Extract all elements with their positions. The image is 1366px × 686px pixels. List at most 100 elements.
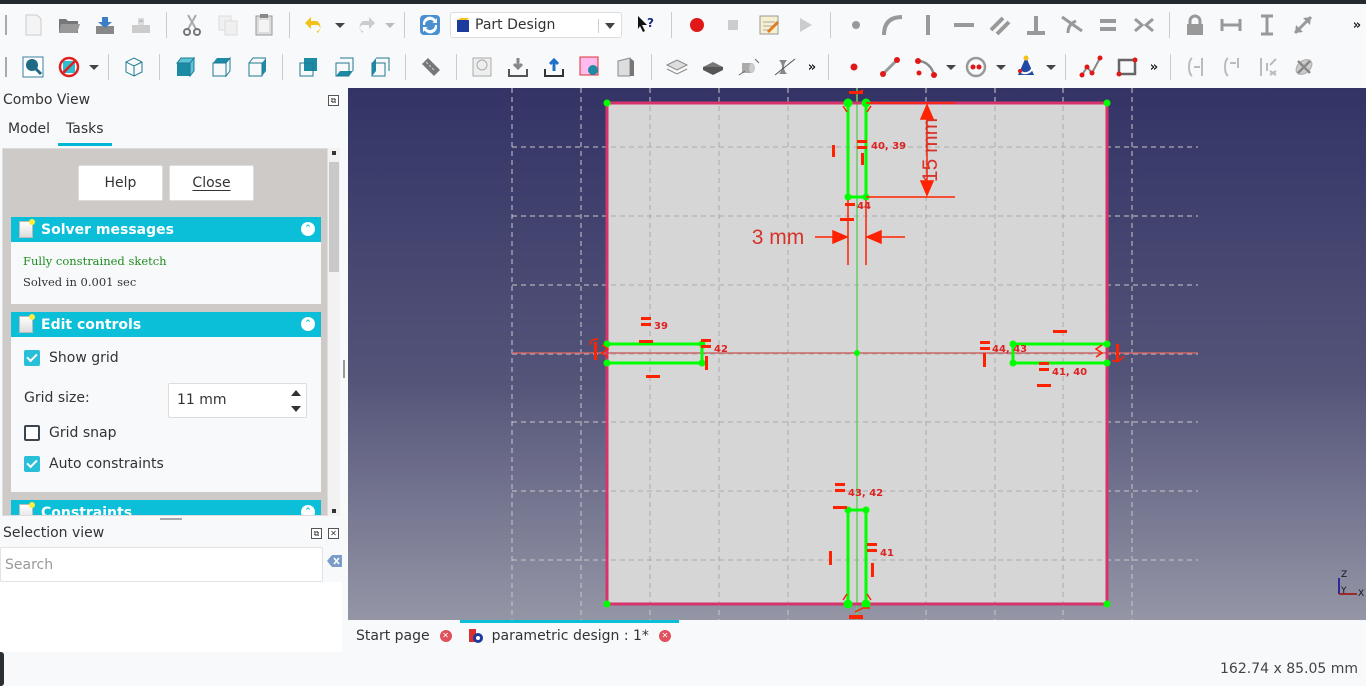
measure-button[interactable] xyxy=(416,52,446,82)
3d-viewport[interactable]: 15 mm 3 mm 40, 39 44 39 42 44, 43 41, 40… xyxy=(348,88,1366,620)
solver-messages-header[interactable]: Solver messages ⌃ xyxy=(11,217,321,242)
merge-sketches-button[interactable] xyxy=(698,52,728,82)
view-sketch-button[interactable] xyxy=(539,52,569,82)
show-grid-checkbox[interactable]: Show grid xyxy=(24,350,119,366)
constrain-horizontal-button[interactable] xyxy=(949,10,979,40)
dimension-label-15mm[interactable]: 15 mm xyxy=(919,118,942,182)
collapse-icon[interactable]: ⌃ xyxy=(301,505,315,515)
circle-dropdown[interactable] xyxy=(994,52,1008,82)
tab-parametric-design[interactable]: parametric design : 1* ✕ xyxy=(459,620,680,652)
close-tab-icon[interactable]: ✕ xyxy=(439,630,452,642)
grid-snap-checkbox[interactable]: Grid snap xyxy=(24,425,116,441)
mirror-sketch-button[interactable] xyxy=(734,52,764,82)
constraints-header[interactable]: Constraints ⌃ xyxy=(11,500,321,515)
auto-constraints-checkbox[interactable]: Auto constraints xyxy=(24,456,164,472)
constrain-equal-button[interactable] xyxy=(1093,10,1123,40)
selection-search-input[interactable]: Search xyxy=(0,547,323,582)
right-view-button[interactable] xyxy=(242,52,272,82)
leave-sketch-button[interactable] xyxy=(503,52,533,82)
tab-start-page[interactable]: Start page ✕ xyxy=(348,620,460,652)
tab-model[interactable]: Model xyxy=(0,118,58,146)
create-arc-button[interactable] xyxy=(911,52,941,82)
trim-button[interactable] xyxy=(1217,52,1247,82)
edit-controls-header[interactable]: Edit controls ⌃ xyxy=(11,312,321,337)
open-file-button[interactable] xyxy=(54,10,84,40)
collapse-icon[interactable]: ⌃ xyxy=(301,222,315,236)
external-geometry-button[interactable] xyxy=(1289,52,1319,82)
rear-view-button[interactable] xyxy=(293,52,323,82)
constrain-lock-button[interactable] xyxy=(1180,10,1210,40)
create-circle-button[interactable] xyxy=(961,52,991,82)
save-file-button[interactable] xyxy=(90,10,120,40)
draw-style-button[interactable] xyxy=(54,52,84,82)
spin-down-icon[interactable] xyxy=(291,406,301,412)
isometric-view-button[interactable] xyxy=(119,52,149,82)
toolbar-overflow-button[interactable]: » xyxy=(803,60,821,75)
front-view-button[interactable] xyxy=(170,52,200,82)
bottom-view-button[interactable] xyxy=(329,52,359,82)
help-button[interactable]: Help xyxy=(78,165,163,201)
reorient-sketch-button[interactable] xyxy=(611,52,641,82)
close-panel-icon[interactable]: ✕ xyxy=(328,528,339,539)
stop-macro-button[interactable] xyxy=(718,10,748,40)
dimension-label-3mm[interactable]: 3 mm xyxy=(752,226,805,249)
view-section-button[interactable] xyxy=(467,52,497,82)
draw-style-dropdown[interactable] xyxy=(87,52,101,82)
arc-dropdown[interactable] xyxy=(944,52,958,82)
spin-up-icon[interactable] xyxy=(291,390,301,396)
constrain-perpendicular-button[interactable] xyxy=(1021,10,1051,40)
redo-button[interactable] xyxy=(350,10,380,40)
constrain-vertical-distance-button[interactable] xyxy=(1252,10,1282,40)
conic-dropdown[interactable] xyxy=(1044,52,1058,82)
constrain-horizontal-distance-button[interactable] xyxy=(1216,10,1246,40)
panel-splitter-handle[interactable] xyxy=(160,518,182,520)
new-file-button[interactable] xyxy=(18,10,48,40)
create-polyline-button[interactable] xyxy=(1076,52,1106,82)
extend-button[interactable] xyxy=(1253,52,1283,82)
constrain-tangent-button[interactable] xyxy=(1057,10,1087,40)
create-conic-button[interactable] xyxy=(1011,52,1041,82)
close-button[interactable]: Close xyxy=(169,165,254,201)
top-view-button[interactable] xyxy=(206,52,236,82)
toolbar-grip[interactable] xyxy=(5,15,7,35)
toolbar-overflow-button[interactable]: » xyxy=(1145,60,1163,75)
viewport-splitter-handle[interactable] xyxy=(343,360,345,378)
validate-sketch-button[interactable] xyxy=(662,52,692,82)
left-view-button[interactable] xyxy=(365,52,395,82)
tab-tasks[interactable]: Tasks xyxy=(58,118,112,146)
undo-dropdown[interactable] xyxy=(333,10,347,40)
fit-all-button[interactable] xyxy=(18,52,48,82)
workbench-selector[interactable]: Part Design xyxy=(450,12,622,38)
paste-button[interactable] xyxy=(249,10,279,40)
create-rectangle-button[interactable] xyxy=(1112,52,1142,82)
scroll-down-icon[interactable] xyxy=(332,509,336,513)
constrain-vertical-button[interactable] xyxy=(913,10,943,40)
constrain-symmetric-button[interactable] xyxy=(1129,10,1159,40)
refresh-button[interactable] xyxy=(415,10,445,40)
revolve-button[interactable] xyxy=(770,52,800,82)
toolbar-overflow-button[interactable]: » xyxy=(1348,18,1366,33)
constrain-parallel-button[interactable] xyxy=(985,10,1015,40)
scroll-up-icon[interactable] xyxy=(332,151,336,155)
whats-this-button[interactable]: ? xyxy=(631,10,661,40)
constrain-coincident-button[interactable] xyxy=(841,10,871,40)
task-panel-scrollbar[interactable] xyxy=(328,148,340,516)
undo-button[interactable] xyxy=(300,10,330,40)
record-macro-button[interactable] xyxy=(682,10,712,40)
edit-macro-button[interactable] xyxy=(754,10,784,40)
cut-button[interactable] xyxy=(177,10,207,40)
constrain-distance-button[interactable] xyxy=(1288,10,1318,40)
copy-button[interactable] xyxy=(213,10,243,40)
close-tab-icon[interactable]: ✕ xyxy=(658,630,671,642)
create-point-button[interactable] xyxy=(839,52,869,82)
float-panel-button[interactable]: ⧉ xyxy=(311,528,322,539)
run-macro-button[interactable] xyxy=(790,10,820,40)
scrollbar-thumb[interactable] xyxy=(329,162,339,272)
create-line-button[interactable] xyxy=(875,52,905,82)
clear-search-icon[interactable] xyxy=(327,554,343,568)
print-button[interactable] xyxy=(126,10,156,40)
redo-dropdown[interactable] xyxy=(383,10,397,40)
grid-size-spinbox[interactable]: 11 mm xyxy=(168,383,307,418)
collapse-icon[interactable]: ⌃ xyxy=(301,317,315,331)
sketch-canvas[interactable]: 15 mm 3 mm 40, 39 44 39 42 44, 43 41, 40… xyxy=(348,88,1366,620)
